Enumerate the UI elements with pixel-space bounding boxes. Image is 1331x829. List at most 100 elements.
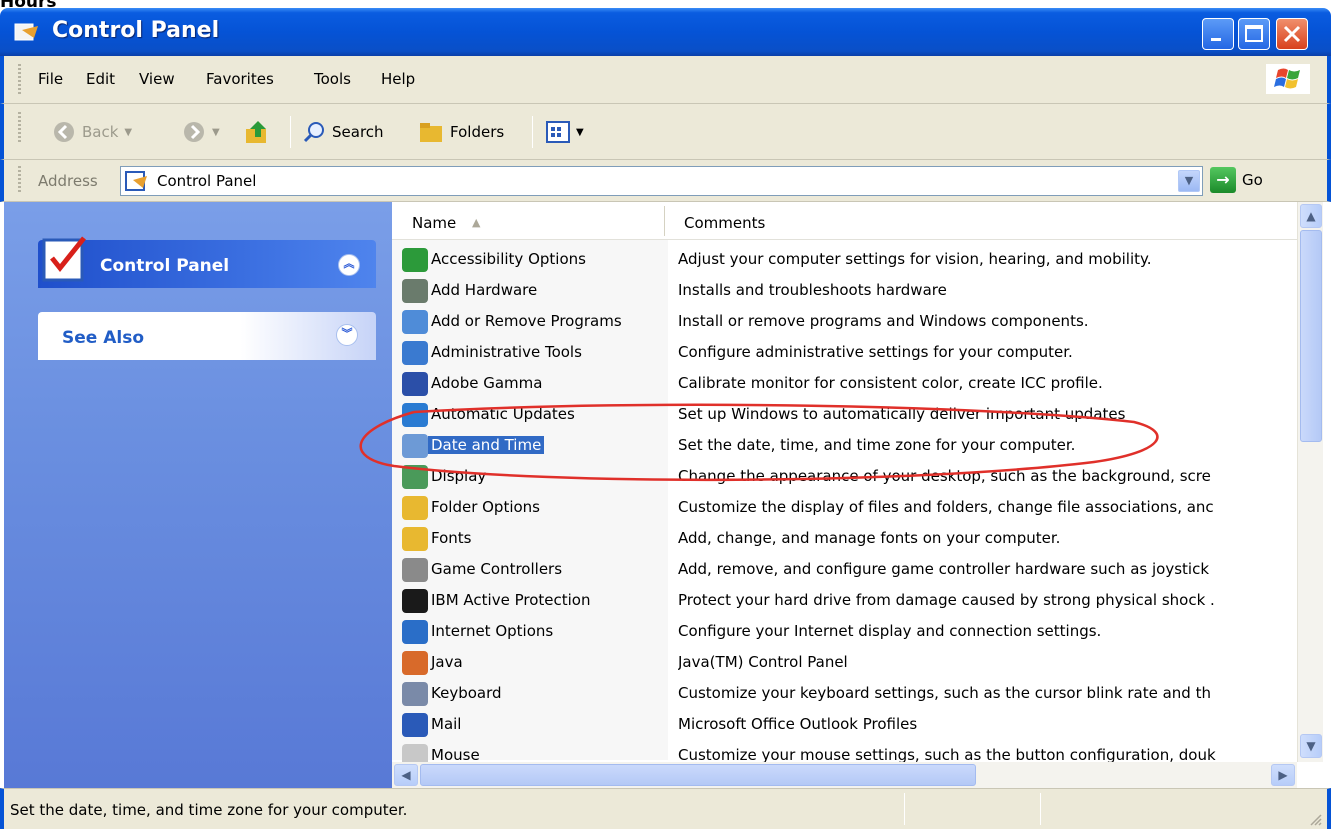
horizontal-scroll-thumb[interactable] [420,764,976,786]
list-item[interactable]: Add Hardware Installs and troubleshoots h… [392,277,1297,308]
item-comment: Calibrate monitor for consistent color, … [678,374,1103,392]
back-button[interactable]: Back ▼ [52,118,132,146]
list-item[interactable]: Accessibility Options Adjust your compute… [392,246,1297,277]
task-pane: Control Panel ︽ See Also ︾ [4,202,392,788]
minimize-button[interactable] [1202,18,1234,50]
forward-arrow-icon [184,122,204,142]
item-name: Add Hardware [431,281,538,299]
internet-icon [402,620,428,644]
control-panel-panel-header[interactable]: Control Panel ︽ [38,236,376,288]
list-item[interactable]: Mail Microsoft Office Outlook Profiles [392,711,1297,742]
folders-button[interactable]: Folders [418,118,504,146]
toolbar-grip[interactable] [18,112,21,144]
folders-label: Folders [450,123,505,141]
views-button[interactable]: ▼ [546,118,584,146]
item-name: Date and Time [428,436,545,454]
list-item[interactable]: Add or Remove Programs Install or remove … [392,308,1297,339]
admin-tools-icon [402,341,428,365]
folders-icon [420,123,442,142]
accessibility-icon [402,248,428,272]
menu-view[interactable]: View [139,70,175,88]
panel-title: Control Panel [100,256,230,276]
item-comment: Set up Windows to automatically deliver … [678,405,1126,423]
address-dropdown-icon[interactable]: ▼ [1178,170,1200,192]
list-item[interactable]: Java Java(TM) Control Panel [392,649,1297,680]
address-label: Address [38,172,98,190]
maximize-button[interactable] [1238,18,1270,50]
scroll-down-icon[interactable]: ▼ [1300,734,1322,758]
list-item[interactable]: Automatic Updates Set up Windows to autom… [392,401,1297,432]
window-title: Control Panel [52,18,220,43]
go-label: Go [1242,171,1263,189]
menu-edit[interactable]: Edit [86,70,115,88]
maximize-icon [1245,25,1263,42]
scroll-left-icon[interactable]: ◀ [394,764,418,786]
list-item[interactable]: Internet Options Configure your Internet … [392,618,1297,649]
column-header-name[interactable]: Name [412,214,456,232]
list-item[interactable]: IBM Active Protection Protect your hard d… [392,587,1297,618]
status-bar: Set the date, time, and time zone for yo… [0,788,1331,829]
list-item[interactable]: Fonts Add, change, and manage fonts on yo… [392,525,1297,556]
column-divider[interactable] [664,206,665,236]
toolbar: Back ▼ ▼ Search Folders ▼ [0,104,1331,160]
expand-chevron-icon[interactable]: ︾ [336,324,358,346]
status-text: Set the date, time, and time zone for yo… [10,801,408,819]
item-comment: Configure administrative settings for yo… [678,343,1073,361]
shield-icon [402,589,428,613]
item-comment: Installs and troubleshoots hardware [678,281,947,299]
title-bar[interactable]: Control Panel [0,8,1331,56]
item-comment: Java(TM) Control Panel [678,653,848,671]
vertical-scroll-thumb[interactable] [1300,230,1322,442]
list-item[interactable]: Keyboard Customize your keyboard settings… [392,680,1297,711]
control-panel-icon [125,171,147,191]
sort-ascending-icon: ▲ [472,216,481,229]
joystick-icon [402,558,428,582]
item-comment: Customize the display of files and folde… [678,498,1214,516]
go-button[interactable]: → Go [1210,167,1263,193]
menu-file[interactable]: File [38,70,63,88]
menu-grip[interactable] [18,64,21,96]
menu-favorites[interactable]: Favorites [206,70,274,88]
monitor-icon [402,372,428,396]
horizontal-scrollbar[interactable]: ◀ ▶ [392,762,1297,788]
list-item[interactable]: Display Change the appearance of your des… [392,463,1297,494]
address-input[interactable]: Control Panel ▼ [120,166,1203,196]
back-arrow-icon [54,122,74,142]
item-comment: Microsoft Office Outlook Profiles [678,715,918,733]
list-item[interactable]: Administrative Tools Configure administra… [392,339,1297,370]
address-value: Control Panel [157,172,257,190]
item-name: Display [431,467,487,485]
collapse-chevron-icon[interactable]: ︽ [338,254,360,276]
up-folder-button[interactable] [244,118,270,146]
list-item[interactable]: Adobe Gamma Calibrate monitor for consist… [392,370,1297,401]
vertical-scrollbar[interactable]: ▲ ▼ [1297,202,1323,762]
list-item[interactable]: Folder Options Customize the display of f… [392,494,1297,525]
minimize-icon [1211,38,1221,41]
windows-logo-icon [1266,64,1310,94]
menu-help[interactable]: Help [381,70,415,88]
item-comment: Add, remove, and configure game controll… [678,560,1210,578]
see-also-panel-header[interactable]: See Also ︾ [38,312,376,360]
scroll-right-icon[interactable]: ▶ [1271,764,1295,786]
address-grip[interactable] [18,166,21,194]
mail-icon [402,713,428,737]
list-item[interactable]: Game Controllers Add, remove, and configu… [392,556,1297,587]
forward-dropdown-icon[interactable]: ▼ [212,127,220,138]
item-name: IBM Active Protection [431,591,591,609]
item-comment: Add, change, and manage fonts on your co… [678,529,1061,547]
scroll-up-icon[interactable]: ▲ [1300,204,1322,228]
column-header-comments[interactable]: Comments [684,214,765,232]
back-dropdown-icon[interactable]: ▼ [124,127,132,138]
close-button[interactable] [1276,18,1308,50]
item-name: Folder Options [431,498,540,516]
forward-button[interactable]: ▼ [182,118,220,146]
item-name: Add or Remove Programs [431,312,622,330]
item-name: Mail [431,715,462,733]
keyboard-icon [402,682,428,706]
item-name: Adobe Gamma [431,374,543,392]
resize-grip-icon[interactable] [1307,811,1323,827]
search-button[interactable]: Search [302,118,384,146]
list-item[interactable]: Date and Time Set the date, time, and tim… [392,432,1297,463]
item-name: Game Controllers [431,560,563,578]
menu-tools[interactable]: Tools [314,70,351,88]
